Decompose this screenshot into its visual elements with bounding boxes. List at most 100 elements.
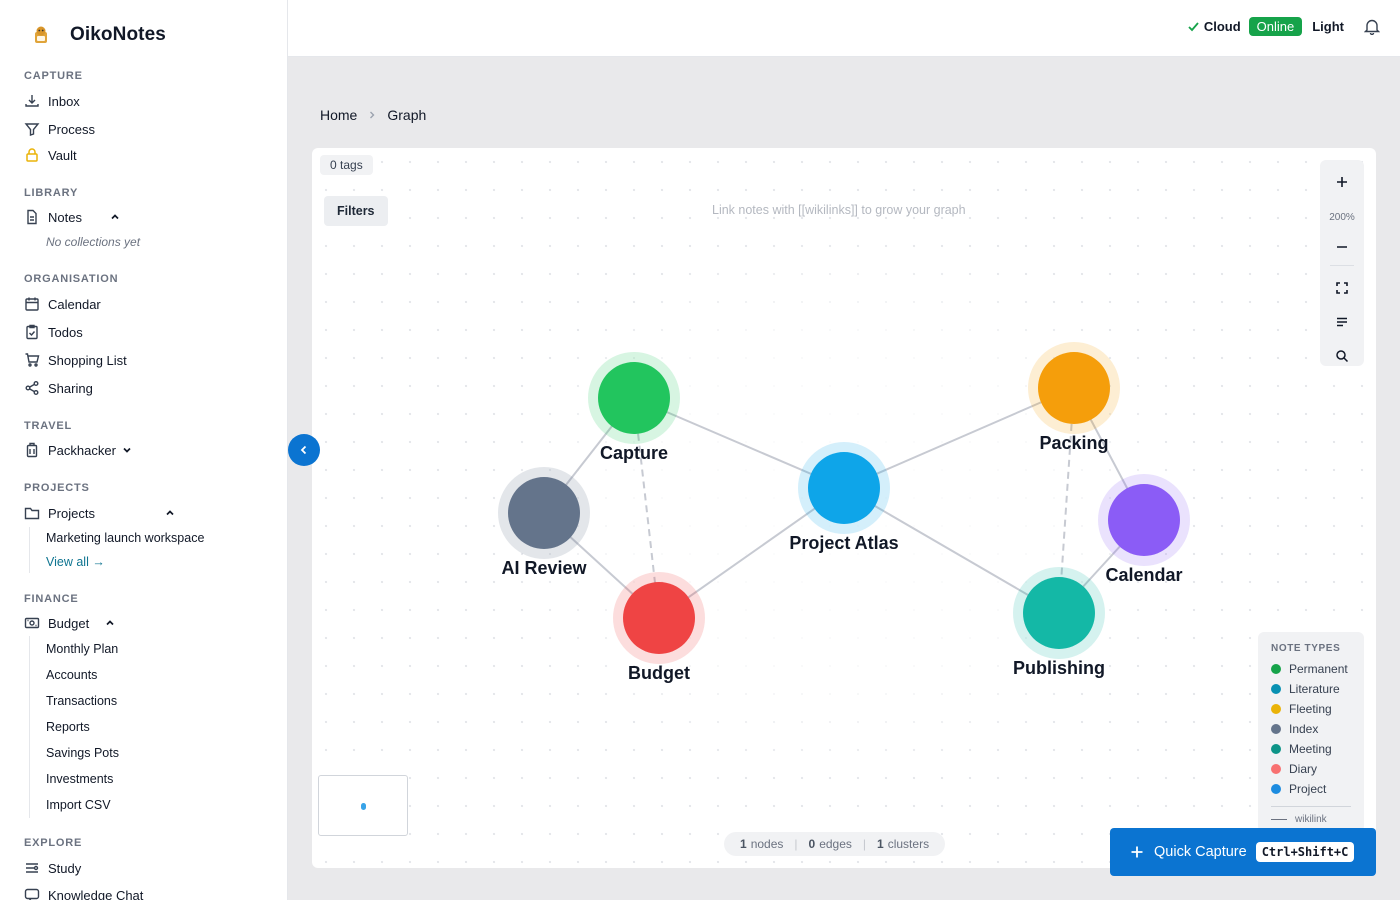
graph-node-calendar[interactable]: Calendar [1098, 474, 1190, 585]
view-all-link[interactable]: View all → [46, 555, 105, 569]
nodes-label: nodes [750, 837, 784, 851]
brand[interactable]: OikoNotes [30, 24, 166, 46]
section-finance: FINANCE [24, 593, 79, 605]
sidebar-item-label: Knowledge Chat [48, 887, 144, 900]
legend-item[interactable]: Index [1271, 722, 1318, 736]
node-label: Publishing [1013, 658, 1105, 678]
legend-label: Fleeting [1289, 702, 1332, 716]
folder-icon [23, 505, 40, 522]
sidebar-item-notes[interactable]: Notes [23, 206, 120, 228]
graph-node-ai-review[interactable]: AI Review [498, 467, 590, 578]
legend-wikilink: wikilink [1271, 814, 1327, 825]
sidebar-item-label: Calendar [48, 296, 101, 312]
sidebar-item-label: Vault [48, 147, 77, 163]
wallet-icon [23, 615, 40, 632]
document-icon [23, 209, 40, 226]
minimap[interactable] [318, 775, 408, 836]
sidebar-item-label: Process [48, 121, 95, 137]
bell-icon[interactable] [1364, 18, 1380, 35]
zoom-level: 200% [1329, 212, 1355, 223]
sidebar-subitem-transactions[interactable]: Transactions [46, 694, 117, 708]
breadcrumb-current: Graph [387, 107, 427, 123]
sidebar-subitem-marketing-launch[interactable]: Marketing launch workspace [46, 531, 204, 545]
graph-node-project-atlas[interactable]: Project Atlas [789, 442, 899, 553]
sidebar-item-budget[interactable]: Budget [23, 612, 115, 634]
divider [1330, 265, 1354, 266]
sidebar-subitem-monthly-plan[interactable]: Monthly Plan [46, 642, 118, 656]
sidebar-item-vault[interactable]: Vault [23, 144, 77, 166]
sidebar-subitem-savings-pots[interactable]: Savings Pots [46, 746, 119, 760]
graph-node-packing[interactable]: Packing [1028, 342, 1120, 453]
zoom-out-icon[interactable] [1320, 235, 1364, 259]
sidebar-item-inbox[interactable]: Inbox [23, 90, 80, 112]
node-circle [808, 452, 880, 524]
legend-swatch [1271, 664, 1281, 674]
collapse-sidebar-button[interactable] [288, 434, 320, 466]
sidebar-subitem-import-csv[interactable]: Import CSV [46, 798, 111, 812]
sidebar-item-projects[interactable]: Projects [23, 502, 175, 524]
chevron-up-icon[interactable] [165, 508, 175, 518]
search-icon[interactable] [1320, 344, 1364, 368]
legend-item[interactable]: Permanent [1271, 662, 1348, 676]
sidebar-item-study[interactable]: Study [23, 857, 81, 879]
sidebar-item-sharing[interactable]: Sharing [23, 377, 93, 399]
chevron-left-icon [298, 444, 310, 456]
sidebar-item-todos[interactable]: Todos [23, 321, 83, 343]
sidebar-subitem-reports[interactable]: Reports [46, 720, 90, 734]
node-circle [508, 477, 580, 549]
plus-icon [1130, 845, 1144, 859]
layout-list-icon[interactable] [1320, 310, 1364, 334]
sidebar-item-label: Projects [48, 505, 95, 521]
node-circle [623, 582, 695, 654]
sidebar-item-shopping-list[interactable]: Shopping List [23, 349, 127, 371]
theme-toggle[interactable]: Light [1312, 19, 1344, 34]
quick-capture-label: Quick Capture [1154, 844, 1247, 860]
legend-swatch [1271, 684, 1281, 694]
study-icon [23, 860, 40, 877]
share-icon [23, 380, 40, 397]
node-circle [598, 362, 670, 434]
sidebar-item-knowledge-chat[interactable]: Knowledge Chat [23, 884, 143, 900]
breadcrumb-home[interactable]: Home [320, 107, 357, 123]
breadcrumb: Home Graph [320, 107, 426, 123]
sidebar-item-label: Todos [48, 324, 83, 340]
chevron-down-icon[interactable] [122, 445, 132, 455]
edges-label: edges [819, 837, 852, 851]
fit-screen-icon[interactable] [1320, 276, 1364, 300]
line-icon [1271, 819, 1287, 820]
chevron-up-icon[interactable] [105, 618, 115, 628]
legend-item[interactable]: Project [1271, 782, 1326, 796]
quick-capture-button[interactable]: Quick Capture Ctrl+Shift+C [1110, 828, 1376, 876]
sidebar-item-calendar[interactable]: Calendar [23, 293, 101, 315]
graph-panel[interactable]: 0 tags Filters Link notes with [[wikilin… [312, 148, 1376, 868]
sidebar-subitem-accounts[interactable]: Accounts [46, 668, 97, 682]
online-badge: Online [1248, 17, 1303, 36]
legend-item[interactable]: Meeting [1271, 742, 1332, 756]
filter-icon [23, 121, 40, 138]
luggage-icon [23, 442, 40, 459]
lock-icon [23, 147, 40, 164]
legend-item[interactable]: Fleeting [1271, 702, 1332, 716]
sidebar-item-label: Inbox [48, 93, 80, 109]
graph-node-publishing[interactable]: Publishing [1013, 567, 1105, 678]
legend-item[interactable]: Diary [1271, 762, 1317, 776]
sidebar-item-process[interactable]: Process [23, 118, 95, 140]
node-circle [1023, 577, 1095, 649]
legend-swatch [1271, 764, 1281, 774]
graph-canvas[interactable]: Capture AI Review Budget Project Atlas P… [312, 148, 1376, 868]
sidebar-subitem-investments[interactable]: Investments [46, 772, 113, 786]
legend-swatch [1271, 784, 1281, 794]
graph-node-budget[interactable]: Budget [613, 572, 705, 683]
legend-item[interactable]: Literature [1271, 682, 1340, 696]
sidebar-item-label: Notes [48, 209, 82, 225]
clusters-label: clusters [887, 837, 930, 851]
graph-node-capture[interactable]: Capture [588, 352, 680, 463]
chevron-up-icon[interactable] [110, 212, 120, 222]
cloud-status-label: Cloud [1203, 19, 1241, 34]
keyboard-shortcut: Ctrl+Shift+C [1255, 842, 1355, 862]
tree-line [29, 527, 30, 573]
node-label: Packing [1039, 433, 1108, 453]
sidebar-item-packhacker[interactable]: Packhacker [23, 439, 132, 461]
app-name: OikoNotes [70, 24, 166, 45]
zoom-in-icon[interactable] [1320, 170, 1364, 194]
